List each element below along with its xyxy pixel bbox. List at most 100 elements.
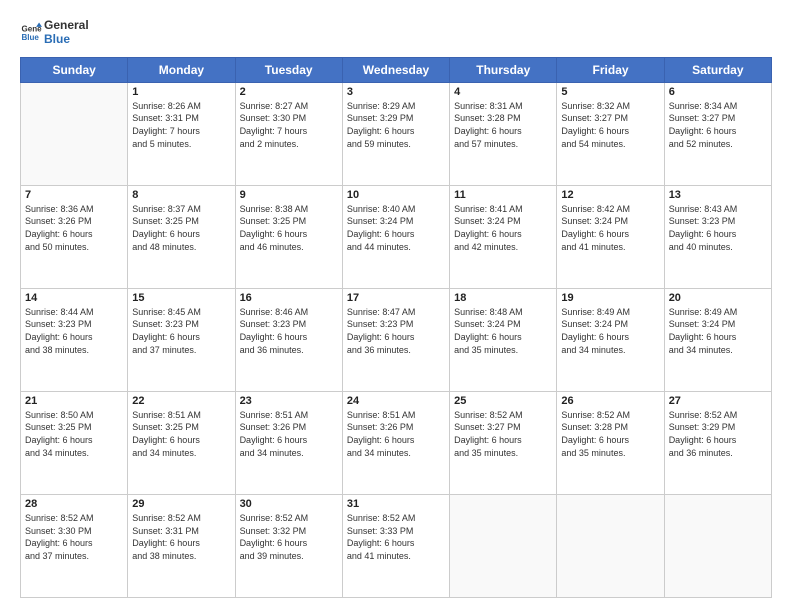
day-number: 31 xyxy=(347,498,445,510)
calendar-table: SundayMondayTuesdayWednesdayThursdayFrid… xyxy=(20,57,772,598)
day-number: 4 xyxy=(454,86,552,98)
day-info: Sunrise: 8:52 AM Sunset: 3:32 PM Dayligh… xyxy=(240,512,338,562)
calendar-cell: 6Sunrise: 8:34 AM Sunset: 3:27 PM Daylig… xyxy=(664,82,771,185)
day-info: Sunrise: 8:29 AM Sunset: 3:29 PM Dayligh… xyxy=(347,100,445,150)
day-info: Sunrise: 8:31 AM Sunset: 3:28 PM Dayligh… xyxy=(454,100,552,150)
day-info: Sunrise: 8:52 AM Sunset: 3:29 PM Dayligh… xyxy=(669,409,767,459)
day-info: Sunrise: 8:26 AM Sunset: 3:31 PM Dayligh… xyxy=(132,100,230,150)
day-info: Sunrise: 8:44 AM Sunset: 3:23 PM Dayligh… xyxy=(25,306,123,356)
day-number: 1 xyxy=(132,86,230,98)
day-info: Sunrise: 8:51 AM Sunset: 3:26 PM Dayligh… xyxy=(240,409,338,459)
calendar-cell: 10Sunrise: 8:40 AM Sunset: 3:24 PM Dayli… xyxy=(342,185,449,288)
calendar-cell: 31Sunrise: 8:52 AM Sunset: 3:33 PM Dayli… xyxy=(342,494,449,597)
calendar-day-header-monday: Monday xyxy=(128,57,235,82)
calendar-cell: 2 Sunrise: 8:27 AM Sunset: 3:30 PM Daylig… xyxy=(235,82,342,185)
day-number: 9 xyxy=(240,189,338,201)
day-number: 28 xyxy=(25,498,123,510)
logo-text-blue: Blue xyxy=(44,32,114,46)
day-info: Sunrise: 8:51 AM Sunset: 3:26 PM Dayligh… xyxy=(347,409,445,459)
day-info: Sunrise: 8:48 AM Sunset: 3:24 PM Dayligh… xyxy=(454,306,552,356)
calendar-cell: 5 Sunrise: 8:32 AM Sunset: 3:27 PM Daylig… xyxy=(557,82,664,185)
calendar-cell: 14 Sunrise: 8:44 AM Sunset: 3:23 PM Dayli… xyxy=(21,288,128,391)
calendar-cell: 15Sunrise: 8:45 AM Sunset: 3:23 PM Dayli… xyxy=(128,288,235,391)
day-info: Sunrise: 8:37 AM Sunset: 3:25 PM Dayligh… xyxy=(132,203,230,253)
day-info: Sunrise: 8:41 AM Sunset: 3:24 PM Dayligh… xyxy=(454,203,552,253)
calendar-day-header-saturday: Saturday xyxy=(664,57,771,82)
day-number: 11 xyxy=(454,189,552,201)
calendar-cell: 22 Sunrise: 8:51 AM Sunset: 3:25 PM Dayli… xyxy=(128,391,235,494)
calendar-cell: 29Sunrise: 8:52 AM Sunset: 3:31 PM Dayli… xyxy=(128,494,235,597)
calendar-cell: 9 Sunrise: 8:38 AM Sunset: 3:25 PM Daylig… xyxy=(235,185,342,288)
svg-text:Blue: Blue xyxy=(21,33,39,42)
calendar-cell: 26 Sunrise: 8:52 AM Sunset: 3:28 PM Dayli… xyxy=(557,391,664,494)
day-number: 8 xyxy=(132,189,230,201)
day-info: Sunrise: 8:47 AM Sunset: 3:23 PM Dayligh… xyxy=(347,306,445,356)
calendar-cell: 30 Sunrise: 8:52 AM Sunset: 3:32 PM Dayli… xyxy=(235,494,342,597)
day-number: 12 xyxy=(561,189,659,201)
day-number: 30 xyxy=(240,498,338,510)
day-info: Sunrise: 8:40 AM Sunset: 3:24 PM Dayligh… xyxy=(347,203,445,253)
day-number: 16 xyxy=(240,292,338,304)
calendar-cell: 23Sunrise: 8:51 AM Sunset: 3:26 PM Dayli… xyxy=(235,391,342,494)
page: General Blue General Blue SundayMondayTu… xyxy=(0,0,792,612)
calendar-cell: 11 Sunrise: 8:41 AM Sunset: 3:24 PM Dayli… xyxy=(450,185,557,288)
calendar-header-row: SundayMondayTuesdayWednesdayThursdayFrid… xyxy=(21,57,772,82)
logo-text-general: General xyxy=(44,18,114,32)
day-number: 2 xyxy=(240,86,338,98)
day-info: Sunrise: 8:49 AM Sunset: 3:24 PM Dayligh… xyxy=(561,306,659,356)
calendar-cell: 27 Sunrise: 8:52 AM Sunset: 3:29 PM Dayli… xyxy=(664,391,771,494)
calendar-cell xyxy=(21,82,128,185)
calendar-week-row: 1 Sunrise: 8:26 AM Sunset: 3:31 PM Daylig… xyxy=(21,82,772,185)
day-number: 20 xyxy=(669,292,767,304)
calendar-day-header-thursday: Thursday xyxy=(450,57,557,82)
day-number: 26 xyxy=(561,395,659,407)
calendar-cell: 21 Sunrise: 8:50 AM Sunset: 3:25 PM Dayli… xyxy=(21,391,128,494)
day-info: Sunrise: 8:51 AM Sunset: 3:25 PM Dayligh… xyxy=(132,409,230,459)
logo-icon: General Blue xyxy=(20,21,42,43)
day-number: 14 xyxy=(25,292,123,304)
day-number: 18 xyxy=(454,292,552,304)
calendar-day-header-tuesday: Tuesday xyxy=(235,57,342,82)
calendar-cell: 28 Sunrise: 8:52 AM Sunset: 3:30 PM Dayli… xyxy=(21,494,128,597)
calendar-cell xyxy=(557,494,664,597)
day-info: Sunrise: 8:27 AM Sunset: 3:30 PM Dayligh… xyxy=(240,100,338,150)
day-info: Sunrise: 8:34 AM Sunset: 3:27 PM Dayligh… xyxy=(669,100,767,150)
calendar-day-header-wednesday: Wednesday xyxy=(342,57,449,82)
logo: General Blue General Blue xyxy=(20,18,114,47)
day-number: 24 xyxy=(347,395,445,407)
day-info: Sunrise: 8:50 AM Sunset: 3:25 PM Dayligh… xyxy=(25,409,123,459)
calendar-cell: 24 Sunrise: 8:51 AM Sunset: 3:26 PM Dayli… xyxy=(342,391,449,494)
day-number: 21 xyxy=(25,395,123,407)
calendar-cell: 1 Sunrise: 8:26 AM Sunset: 3:31 PM Daylig… xyxy=(128,82,235,185)
calendar-cell: 3 Sunrise: 8:29 AM Sunset: 3:29 PM Daylig… xyxy=(342,82,449,185)
day-number: 22 xyxy=(132,395,230,407)
calendar-cell: 4 Sunrise: 8:31 AM Sunset: 3:28 PM Daylig… xyxy=(450,82,557,185)
day-number: 3 xyxy=(347,86,445,98)
calendar-cell xyxy=(664,494,771,597)
calendar-cell: 7Sunrise: 8:36 AM Sunset: 3:26 PM Daylig… xyxy=(21,185,128,288)
calendar-cell: 12 Sunrise: 8:42 AM Sunset: 3:24 PM Dayli… xyxy=(557,185,664,288)
day-info: Sunrise: 8:49 AM Sunset: 3:24 PM Dayligh… xyxy=(669,306,767,356)
calendar-cell: 18 Sunrise: 8:48 AM Sunset: 3:24 PM Dayli… xyxy=(450,288,557,391)
calendar-week-row: 28 Sunrise: 8:52 AM Sunset: 3:30 PM Dayli… xyxy=(21,494,772,597)
calendar-cell: 8 Sunrise: 8:37 AM Sunset: 3:25 PM Daylig… xyxy=(128,185,235,288)
day-info: Sunrise: 8:52 AM Sunset: 3:27 PM Dayligh… xyxy=(454,409,552,459)
day-info: Sunrise: 8:43 AM Sunset: 3:23 PM Dayligh… xyxy=(669,203,767,253)
day-info: Sunrise: 8:36 AM Sunset: 3:26 PM Dayligh… xyxy=(25,203,123,253)
day-info: Sunrise: 8:38 AM Sunset: 3:25 PM Dayligh… xyxy=(240,203,338,253)
day-info: Sunrise: 8:46 AM Sunset: 3:23 PM Dayligh… xyxy=(240,306,338,356)
day-info: Sunrise: 8:32 AM Sunset: 3:27 PM Dayligh… xyxy=(561,100,659,150)
day-number: 27 xyxy=(669,395,767,407)
day-info: Sunrise: 8:52 AM Sunset: 3:31 PM Dayligh… xyxy=(132,512,230,562)
day-number: 13 xyxy=(669,189,767,201)
calendar-week-row: 14 Sunrise: 8:44 AM Sunset: 3:23 PM Dayli… xyxy=(21,288,772,391)
calendar-cell xyxy=(450,494,557,597)
calendar-cell: 25Sunrise: 8:52 AM Sunset: 3:27 PM Dayli… xyxy=(450,391,557,494)
calendar-day-header-friday: Friday xyxy=(557,57,664,82)
header: General Blue General Blue xyxy=(20,18,772,47)
day-info: Sunrise: 8:52 AM Sunset: 3:30 PM Dayligh… xyxy=(25,512,123,562)
calendar-day-header-sunday: Sunday xyxy=(21,57,128,82)
day-info: Sunrise: 8:52 AM Sunset: 3:28 PM Dayligh… xyxy=(561,409,659,459)
day-info: Sunrise: 8:42 AM Sunset: 3:24 PM Dayligh… xyxy=(561,203,659,253)
day-number: 5 xyxy=(561,86,659,98)
